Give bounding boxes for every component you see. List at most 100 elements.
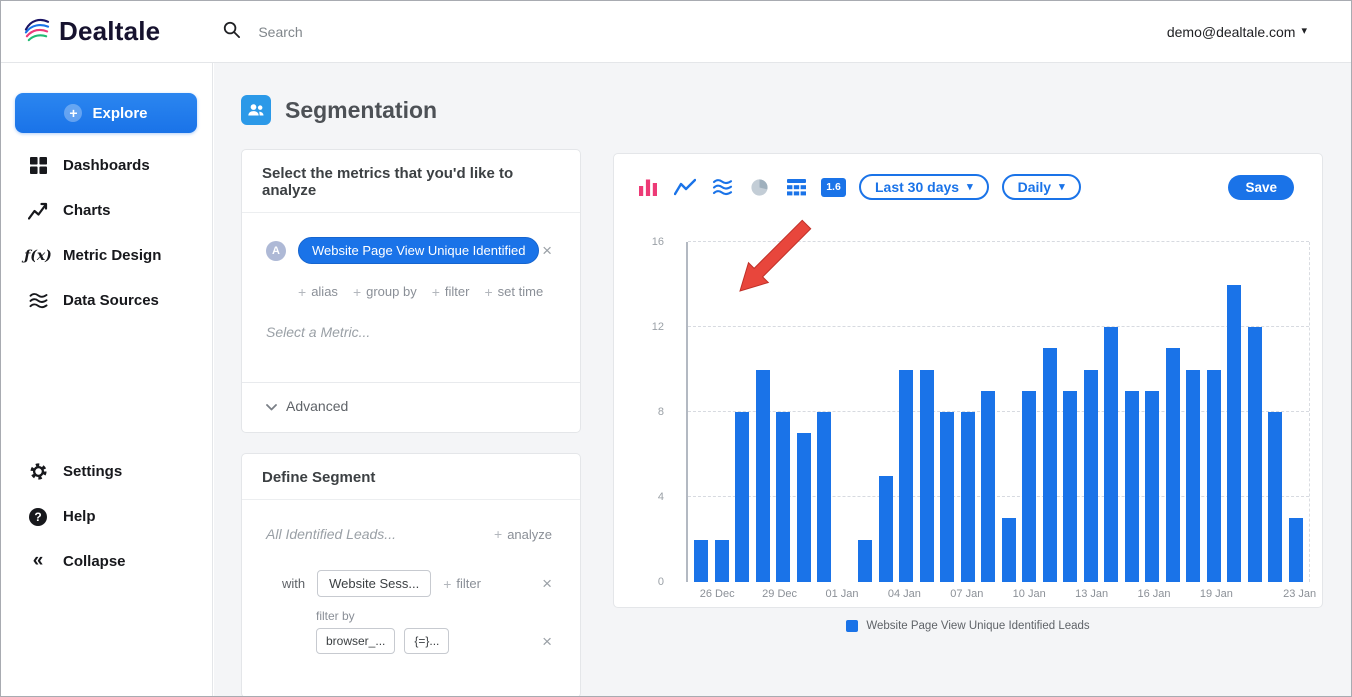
bar[interactable] — [735, 412, 749, 582]
bar[interactable] — [1268, 412, 1282, 582]
bar-slot — [896, 242, 917, 582]
bar[interactable] — [878, 475, 893, 582]
remove-metric-icon[interactable]: × — [542, 242, 552, 259]
bar-slot — [1101, 242, 1122, 582]
sidebar-item-data-sources[interactable]: Data Sources — [1, 278, 212, 323]
plus-icon: + — [484, 283, 493, 300]
bar-slot — [814, 242, 835, 582]
add-group-by-button[interactable]: + group by — [353, 284, 417, 299]
bar-slot — [794, 242, 815, 582]
bar[interactable] — [776, 412, 790, 582]
bar[interactable] — [1206, 369, 1221, 582]
bar[interactable] — [981, 390, 995, 582]
segment-event-select[interactable]: Website Sess... — [317, 570, 432, 597]
search-input[interactable] — [256, 22, 477, 41]
filter-operator-select[interactable]: {=}... — [404, 628, 450, 654]
sidebar-item-label: Metric Design — [63, 247, 162, 264]
top-bar: Dealtale demo@dealtale.com ▾ — [1, 1, 1351, 63]
bar-slot — [855, 242, 876, 582]
bar[interactable] — [714, 539, 729, 582]
x-tick-label: 07 Jan — [950, 588, 984, 600]
bar[interactable] — [796, 433, 811, 582]
bar[interactable] — [1288, 518, 1303, 582]
sidebar-item-label: Data Sources — [63, 292, 159, 309]
user-account-menu[interactable]: demo@dealtale.com ▾ — [1167, 24, 1307, 40]
segment-add-filter-button[interactable]: + filter — [443, 576, 481, 591]
bar[interactable] — [858, 539, 872, 582]
select-metric-placeholder[interactable]: Select a Metric... — [266, 324, 580, 340]
sidebar-item-metric-design[interactable]: ƒ(x) Metric Design — [1, 233, 212, 278]
bar[interactable] — [940, 412, 954, 582]
bar[interactable] — [1001, 518, 1016, 582]
pie-chart-type-icon[interactable] — [747, 175, 771, 199]
bar[interactable] — [899, 369, 913, 582]
bar-slot — [978, 242, 999, 582]
x-tick-label: 16 Jan — [1137, 588, 1171, 600]
y-axis-labels: 0 4 8 12 16 — [614, 236, 678, 588]
bar[interactable] — [1042, 348, 1057, 582]
page-header: Segmentation — [241, 95, 437, 125]
add-analyze-button[interactable]: + analyze — [494, 527, 552, 542]
chart-panel: 1.6 Last 30 days ▾ Daily ▾ Save 0 4 8 12 16 … — [613, 153, 1323, 632]
selected-metric-pill[interactable]: Website Page View Unique Identified — [298, 237, 540, 264]
remove-segment-row-icon[interactable]: × — [542, 575, 552, 592]
line-chart-type-icon[interactable] — [673, 175, 697, 199]
sidebar-item-dashboards[interactable]: Dashboards — [1, 143, 212, 188]
caret-down-icon: ▾ — [967, 180, 973, 193]
bar[interactable] — [817, 412, 831, 582]
metric-row: A Website Page View Unique Identified × — [266, 237, 552, 264]
bar[interactable] — [694, 539, 708, 582]
with-label: with — [282, 576, 306, 591]
filter-by-label: filter by — [316, 609, 355, 623]
add-alias-button[interactable]: + alias — [298, 284, 338, 299]
save-button[interactable]: Save — [1228, 174, 1294, 200]
bar[interactable] — [960, 412, 975, 582]
bar-chart-type-icon[interactable] — [636, 175, 660, 199]
dealtale-logo[interactable]: Dealtale — [23, 16, 160, 48]
app-window: Dealtale demo@dealtale.com ▾ + Explore — [0, 0, 1352, 697]
bar[interactable] — [1104, 327, 1118, 582]
bar-slot — [1245, 242, 1266, 582]
bar[interactable] — [1124, 390, 1139, 582]
sidebar-item-collapse[interactable]: « Collapse — [1, 539, 212, 584]
plus-icon: + — [494, 526, 503, 542]
bar[interactable] — [755, 369, 770, 582]
bar[interactable] — [1063, 390, 1077, 582]
bar-slot — [1163, 242, 1184, 582]
bar-slot — [1265, 242, 1286, 582]
date-range-dropdown[interactable]: Last 30 days ▾ — [859, 174, 989, 200]
bar[interactable] — [1165, 348, 1180, 582]
plus-circle-icon: + — [64, 104, 83, 122]
set-time-button[interactable]: + set time — [484, 284, 543, 299]
bar[interactable] — [1227, 284, 1241, 582]
ratio-view-icon[interactable]: 1.6 — [821, 177, 846, 197]
filter-field-select[interactable]: browser_... — [316, 628, 396, 654]
bar-slot — [1040, 242, 1061, 582]
plus-icon: + — [431, 283, 440, 300]
remove-filter-icon[interactable]: × — [542, 633, 552, 650]
search-box[interactable] — [222, 20, 477, 44]
bar[interactable] — [1247, 327, 1262, 582]
bar-slot — [753, 242, 774, 582]
sidebar-item-label: Settings — [63, 463, 123, 480]
segment-filter-row: browser_... {=}... × — [316, 628, 552, 654]
bar[interactable] — [1083, 369, 1098, 582]
bar[interactable] — [1186, 369, 1200, 582]
dealtale-logo-icon — [23, 16, 50, 48]
segment-base-text[interactable]: All Identified Leads... — [266, 526, 396, 542]
chart-plot — [686, 241, 1310, 582]
sidebar-item-settings[interactable]: Settings — [1, 449, 212, 494]
sidebar-item-charts[interactable]: Charts — [1, 188, 212, 233]
advanced-toggle[interactable]: Advanced — [242, 383, 580, 429]
area-chart-type-icon[interactable] — [710, 175, 734, 199]
sidebar-item-help[interactable]: ? Help — [1, 494, 212, 539]
bar-slot — [1224, 242, 1245, 582]
bar[interactable] — [1022, 390, 1036, 582]
explore-button[interactable]: + Explore — [15, 93, 197, 133]
table-view-icon[interactable] — [784, 175, 808, 199]
add-filter-button[interactable]: + filter — [432, 284, 470, 299]
bar[interactable] — [919, 369, 934, 582]
x-tick-label: 19 Jan — [1199, 588, 1233, 600]
bar[interactable] — [1145, 390, 1159, 582]
granularity-dropdown[interactable]: Daily ▾ — [1001, 174, 1081, 200]
